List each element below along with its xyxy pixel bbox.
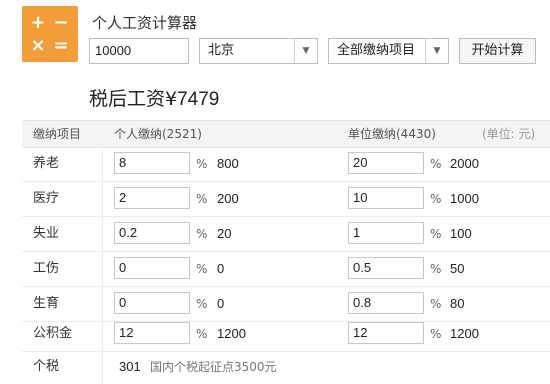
company-amount: 1000 bbox=[450, 191, 479, 206]
personal-amount: 800 bbox=[217, 156, 239, 171]
header-item: 缴纳项目 bbox=[33, 127, 82, 141]
header-company: 单位缴纳(4430) bbox=[348, 127, 436, 141]
minus-icon: − bbox=[53, 12, 69, 33]
percent-sign: % bbox=[430, 297, 442, 311]
personal-amount: 0 bbox=[217, 296, 225, 311]
table-header: 缴纳项目 个人缴纳(2521) 单位缴纳(4430) (单位: 元) bbox=[22, 120, 550, 148]
personal-amount: 20 bbox=[217, 226, 232, 241]
personal-rate-input[interactable]: 0 bbox=[114, 292, 190, 314]
percent-sign: % bbox=[196, 157, 208, 171]
table-row: 失业 0.2 % 20 1 % 100 bbox=[22, 217, 550, 252]
equals-icon: = bbox=[53, 35, 69, 56]
percent-sign: % bbox=[196, 327, 208, 341]
percent-sign: % bbox=[196, 262, 208, 276]
column-divider bbox=[102, 252, 103, 286]
percent-sign: % bbox=[196, 192, 208, 206]
personal-rate-input[interactable]: 12 bbox=[114, 322, 190, 344]
net-salary-amount: 7479 bbox=[177, 89, 220, 110]
percent-sign: % bbox=[430, 262, 442, 276]
header-personal: 个人缴纳(2521) bbox=[114, 127, 202, 141]
company-rate-input[interactable]: 0.5 bbox=[348, 257, 424, 279]
chevron-down-icon: ▼ bbox=[425, 39, 448, 63]
currency-symbol: ¥ bbox=[165, 88, 178, 110]
company-rate-input[interactable]: 12 bbox=[348, 322, 424, 344]
scope-select-value: 全部缴纳项目 bbox=[337, 43, 416, 58]
row-name: 医疗 bbox=[33, 191, 60, 206]
percent-sign: % bbox=[196, 227, 208, 241]
company-rate-input[interactable]: 0.8 bbox=[348, 292, 424, 314]
personal-rate-input[interactable]: 0 bbox=[114, 257, 190, 279]
company-amount: 2000 bbox=[450, 156, 479, 171]
company-amount: 80 bbox=[450, 296, 465, 311]
column-divider bbox=[102, 182, 103, 216]
tax-amount: 301 bbox=[119, 359, 141, 374]
company-amount: 100 bbox=[450, 226, 472, 241]
row-name: 个税 bbox=[33, 359, 60, 374]
salary-input[interactable]: 10000 bbox=[89, 38, 189, 64]
row-name: 工伤 bbox=[33, 261, 60, 276]
plus-icon: + bbox=[30, 12, 46, 33]
company-rate-input[interactable]: 20 bbox=[348, 152, 424, 174]
multiply-icon: × bbox=[30, 35, 46, 56]
company-rate-input[interactable]: 10 bbox=[348, 187, 424, 209]
city-select-value: 北京 bbox=[208, 43, 235, 58]
net-salary-label: 税后工资 bbox=[89, 88, 166, 110]
company-rate-input[interactable]: 1 bbox=[348, 222, 424, 244]
personal-rate-input[interactable]: 2 bbox=[114, 187, 190, 209]
column-divider bbox=[102, 317, 103, 351]
table-row: 医疗 2 % 200 10 % 1000 bbox=[22, 182, 550, 217]
row-name: 公积金 bbox=[33, 326, 73, 341]
column-divider bbox=[102, 350, 103, 384]
tax-threshold-note: 国内个税起征点3500元 bbox=[150, 360, 277, 374]
calculator-logo: + − × = bbox=[22, 6, 78, 62]
percent-sign: % bbox=[430, 327, 442, 341]
column-divider bbox=[102, 287, 103, 321]
row-name: 生育 bbox=[33, 296, 60, 311]
company-amount: 1200 bbox=[450, 326, 479, 341]
percent-sign: % bbox=[430, 192, 442, 206]
city-select[interactable]: 北京 ▼ bbox=[199, 38, 318, 64]
calculate-button[interactable]: 开始计算 bbox=[459, 38, 536, 64]
header-unit: (单位: 元) bbox=[482, 127, 536, 141]
percent-sign: % bbox=[196, 297, 208, 311]
personal-rate-input[interactable]: 8 bbox=[114, 152, 190, 174]
column-divider bbox=[102, 217, 103, 251]
column-divider bbox=[102, 147, 103, 181]
table-row: 养老 8 % 800 20 % 2000 bbox=[22, 147, 550, 182]
page-title: 个人工资计算器 bbox=[92, 14, 198, 32]
scope-select[interactable]: 全部缴纳项目 ▼ bbox=[328, 38, 449, 64]
table-row: 公积金 12 % 1200 12 % 1200 bbox=[22, 317, 550, 352]
row-name: 养老 bbox=[33, 156, 60, 171]
table-row: 工伤 0 % 0 0.5 % 50 bbox=[22, 252, 550, 287]
row-name: 失业 bbox=[33, 226, 60, 241]
personal-rate-input[interactable]: 0.2 bbox=[114, 222, 190, 244]
chevron-down-icon: ▼ bbox=[294, 39, 317, 63]
net-salary-result: 税后工资¥7479 bbox=[89, 84, 219, 111]
percent-sign: % bbox=[430, 157, 442, 171]
percent-sign: % bbox=[430, 227, 442, 241]
personal-amount: 1200 bbox=[217, 326, 246, 341]
personal-amount: 200 bbox=[217, 191, 239, 206]
company-amount: 50 bbox=[450, 261, 465, 276]
personal-amount: 0 bbox=[217, 261, 225, 276]
tax-row: 个税 301 国内个税起征点3500元 bbox=[22, 350, 550, 384]
